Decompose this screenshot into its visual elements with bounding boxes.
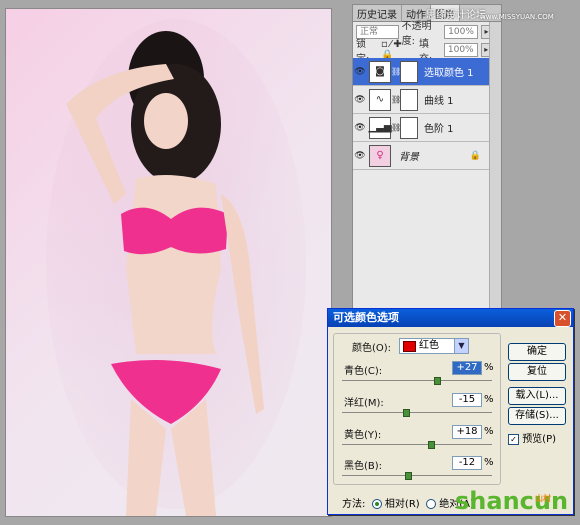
magenta-slider-track[interactable] <box>342 412 492 413</box>
layer-mask-thumbnail[interactable] <box>400 88 418 111</box>
layer-name: 色阶 1 <box>424 124 454 135</box>
color-select[interactable]: 红色 ▼ <box>399 338 469 354</box>
radio-absolute[interactable] <box>426 499 437 509</box>
layer-background[interactable]: 👁 ♀ 背景 🔒 <box>353 142 489 170</box>
lock-icon: 🔒 <box>469 150 481 161</box>
dialog-title: 可选颜色选项 <box>333 311 399 324</box>
slider-label-black: 黑色(B): <box>344 461 383 472</box>
color-adjust-group: 颜色(O): 红色 ▼ 青色(C): +27 % 洋红(M): -15 % 黄色… <box>333 333 501 485</box>
layer-selective-color[interactable]: 👁 ◙ ⛓ 选取颜色 1 <box>353 58 489 86</box>
layer-name: 背景 <box>399 152 419 163</box>
slider-label-yellow: 黄色(Y): <box>344 430 382 441</box>
color-label: 颜色(O): <box>352 343 392 354</box>
layer-name: 曲线 1 <box>424 96 454 107</box>
eye-icon[interactable]: 👁 <box>353 151 367 161</box>
layers-panel: 历史记录 动作 图层 正常 不透明度: 100% ▸ 锁定: ▫⁄✚🔒 填充: … <box>352 4 502 311</box>
layer-mask-thumbnail[interactable] <box>400 116 418 139</box>
layer-name: 选取颜色 1 <box>424 68 474 79</box>
magenta-value-field[interactable]: -15 <box>452 393 482 407</box>
cyan-slider-track[interactable] <box>342 380 492 381</box>
close-icon[interactable]: ✕ <box>554 310 571 327</box>
yellow-slider-track[interactable] <box>342 444 492 445</box>
yellow-value-field[interactable]: +18 <box>452 425 482 439</box>
cyan-value-field[interactable]: +27 <box>452 361 482 375</box>
link-icon: ⛓ <box>391 95 402 104</box>
shancun-logo: shancun <box>455 487 569 515</box>
shancun-logo-sub: 山村 <box>535 494 551 503</box>
preview-label: 预览(P) <box>522 434 557 445</box>
lock-fill-row: 锁定: ▫⁄✚🔒 填充: 100% ▸ <box>353 39 492 65</box>
slider-label-cyan: 青色(C): <box>344 366 383 377</box>
eye-icon[interactable]: 👁 <box>353 67 367 77</box>
watermark-text: 思缘设计论坛 <box>426 10 486 21</box>
black-slider-thumb[interactable] <box>405 472 412 480</box>
percent-label: % <box>484 394 494 405</box>
load-button[interactable]: 载入(L)... <box>508 387 566 405</box>
color-value: 红色 <box>419 340 439 351</box>
link-icon: ⛓ <box>391 123 402 132</box>
panel-scrollbar[interactable] <box>489 22 501 309</box>
tab-history[interactable]: 历史记录 <box>353 5 402 21</box>
save-button[interactable]: 存储(S)... <box>508 407 566 425</box>
watermark-url: www.MISSYUAN.COM <box>480 13 554 21</box>
magenta-slider-thumb[interactable] <box>402 409 410 417</box>
color-swatch <box>403 341 416 352</box>
link-icon: ⛓ <box>391 67 402 76</box>
preview-checkbox[interactable]: ✓ 预览(P) <box>508 430 556 445</box>
selective-color-dialog: 可选颜色选项 ✕ 颜色(O): 红色 ▼ 青色(C): +27 % 洋红(M):… <box>327 308 574 515</box>
eye-icon[interactable]: 👁 <box>353 123 367 133</box>
document-canvas[interactable] <box>5 8 332 517</box>
curves-icon: ∿ <box>369 88 391 111</box>
black-value-field[interactable]: -12 <box>452 456 482 470</box>
layer-curves[interactable]: 👁 ∿ ⛓ 曲线 1 <box>353 86 489 114</box>
percent-label: % <box>484 362 494 373</box>
black-slider-track[interactable] <box>342 475 492 476</box>
fill-field[interactable]: 100% <box>443 43 478 57</box>
photo-figure <box>66 31 264 516</box>
yellow-slider-thumb[interactable] <box>427 441 435 449</box>
levels-icon: ▁▃▅ <box>368 116 392 139</box>
percent-label: % <box>484 426 494 437</box>
radio-relative[interactable] <box>371 499 382 509</box>
reset-button[interactable]: 复位 <box>508 363 566 381</box>
photo-thumbnail: ♀ <box>369 144 391 167</box>
ok-button[interactable]: 确定 <box>508 343 566 361</box>
layer-mask-thumbnail[interactable] <box>400 60 418 83</box>
percent-label: % <box>484 457 494 468</box>
opacity-field[interactable]: 100% <box>444 25 478 39</box>
method-label: 方法: <box>342 499 366 510</box>
cyan-slider-thumb[interactable] <box>434 377 442 385</box>
relative-label: 相对(R) <box>384 499 420 510</box>
chevron-down-icon[interactable]: ▼ <box>454 339 468 353</box>
check-icon[interactable]: ✓ <box>508 433 519 445</box>
layer-levels[interactable]: 👁 ▁▃▅ ⛓ 色阶 1 <box>353 114 489 142</box>
eye-icon[interactable]: 👁 <box>353 95 367 105</box>
slider-label-magenta: 洋红(M): <box>344 398 384 409</box>
selective-color-icon: ◙ <box>369 60 391 83</box>
dialog-titlebar[interactable]: 可选颜色选项 ✕ <box>328 309 573 327</box>
